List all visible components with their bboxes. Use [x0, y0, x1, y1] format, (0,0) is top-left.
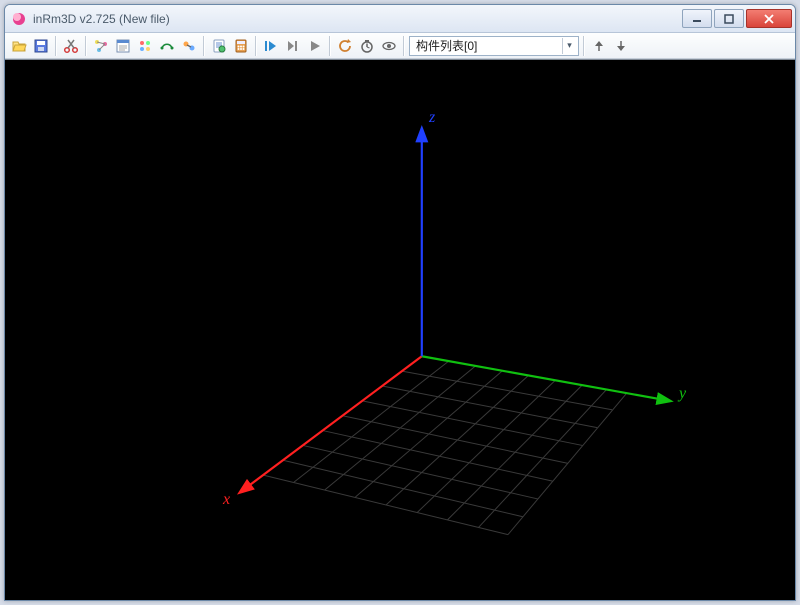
step-icon[interactable]	[283, 36, 303, 56]
toolbar-separator	[403, 36, 405, 56]
script-icon[interactable]	[209, 36, 229, 56]
titlebar: inRm3D v2.725 (New file)	[5, 5, 795, 33]
minimize-button[interactable]	[682, 9, 712, 28]
window-title: inRm3D v2.725 (New file)	[33, 12, 170, 26]
sort-up-icon[interactable]	[589, 36, 609, 56]
3d-viewport[interactable]: x y z	[5, 59, 795, 600]
open-icon[interactable]	[9, 36, 29, 56]
play-icon[interactable]	[305, 36, 325, 56]
tool5-icon[interactable]	[135, 36, 155, 56]
refresh-icon[interactable]	[335, 36, 355, 56]
eye-icon[interactable]	[379, 36, 399, 56]
toolbar-separator	[583, 36, 585, 56]
properties-icon[interactable]	[113, 36, 133, 56]
cut-icon[interactable]	[61, 36, 81, 56]
play-start-icon[interactable]	[261, 36, 281, 56]
app-icon	[11, 11, 27, 27]
save-icon[interactable]	[31, 36, 51, 56]
toolbar-separator	[85, 36, 87, 56]
app-window: inRm3D v2.725 (New file)	[4, 4, 796, 601]
component-list-combo[interactable]: 构件列表[0] ▾	[409, 36, 579, 56]
toolbar-separator	[55, 36, 57, 56]
link-icon[interactable]	[179, 36, 199, 56]
maximize-button[interactable]	[714, 9, 744, 28]
tool6-icon[interactable]	[157, 36, 177, 56]
y-axis-label: y	[679, 386, 686, 402]
toolbar-separator	[203, 36, 205, 56]
toolbar: 构件列表[0] ▾	[5, 33, 795, 59]
timer-icon[interactable]	[357, 36, 377, 56]
calculator-icon[interactable]	[231, 36, 251, 56]
combo-selected-text: 构件列表[0]	[416, 37, 477, 54]
x-axis-label: x	[223, 492, 230, 508]
toolbar-separator	[329, 36, 331, 56]
sort-down-icon[interactable]	[611, 36, 631, 56]
y-axis	[422, 356, 670, 401]
nodes-icon[interactable]	[91, 36, 111, 56]
window-controls	[682, 9, 795, 28]
z-axis-label: z	[429, 110, 435, 126]
axes-scene	[5, 60, 795, 600]
close-button[interactable]	[746, 9, 792, 28]
chevron-down-icon: ▾	[562, 38, 576, 54]
toolbar-separator	[255, 36, 257, 56]
